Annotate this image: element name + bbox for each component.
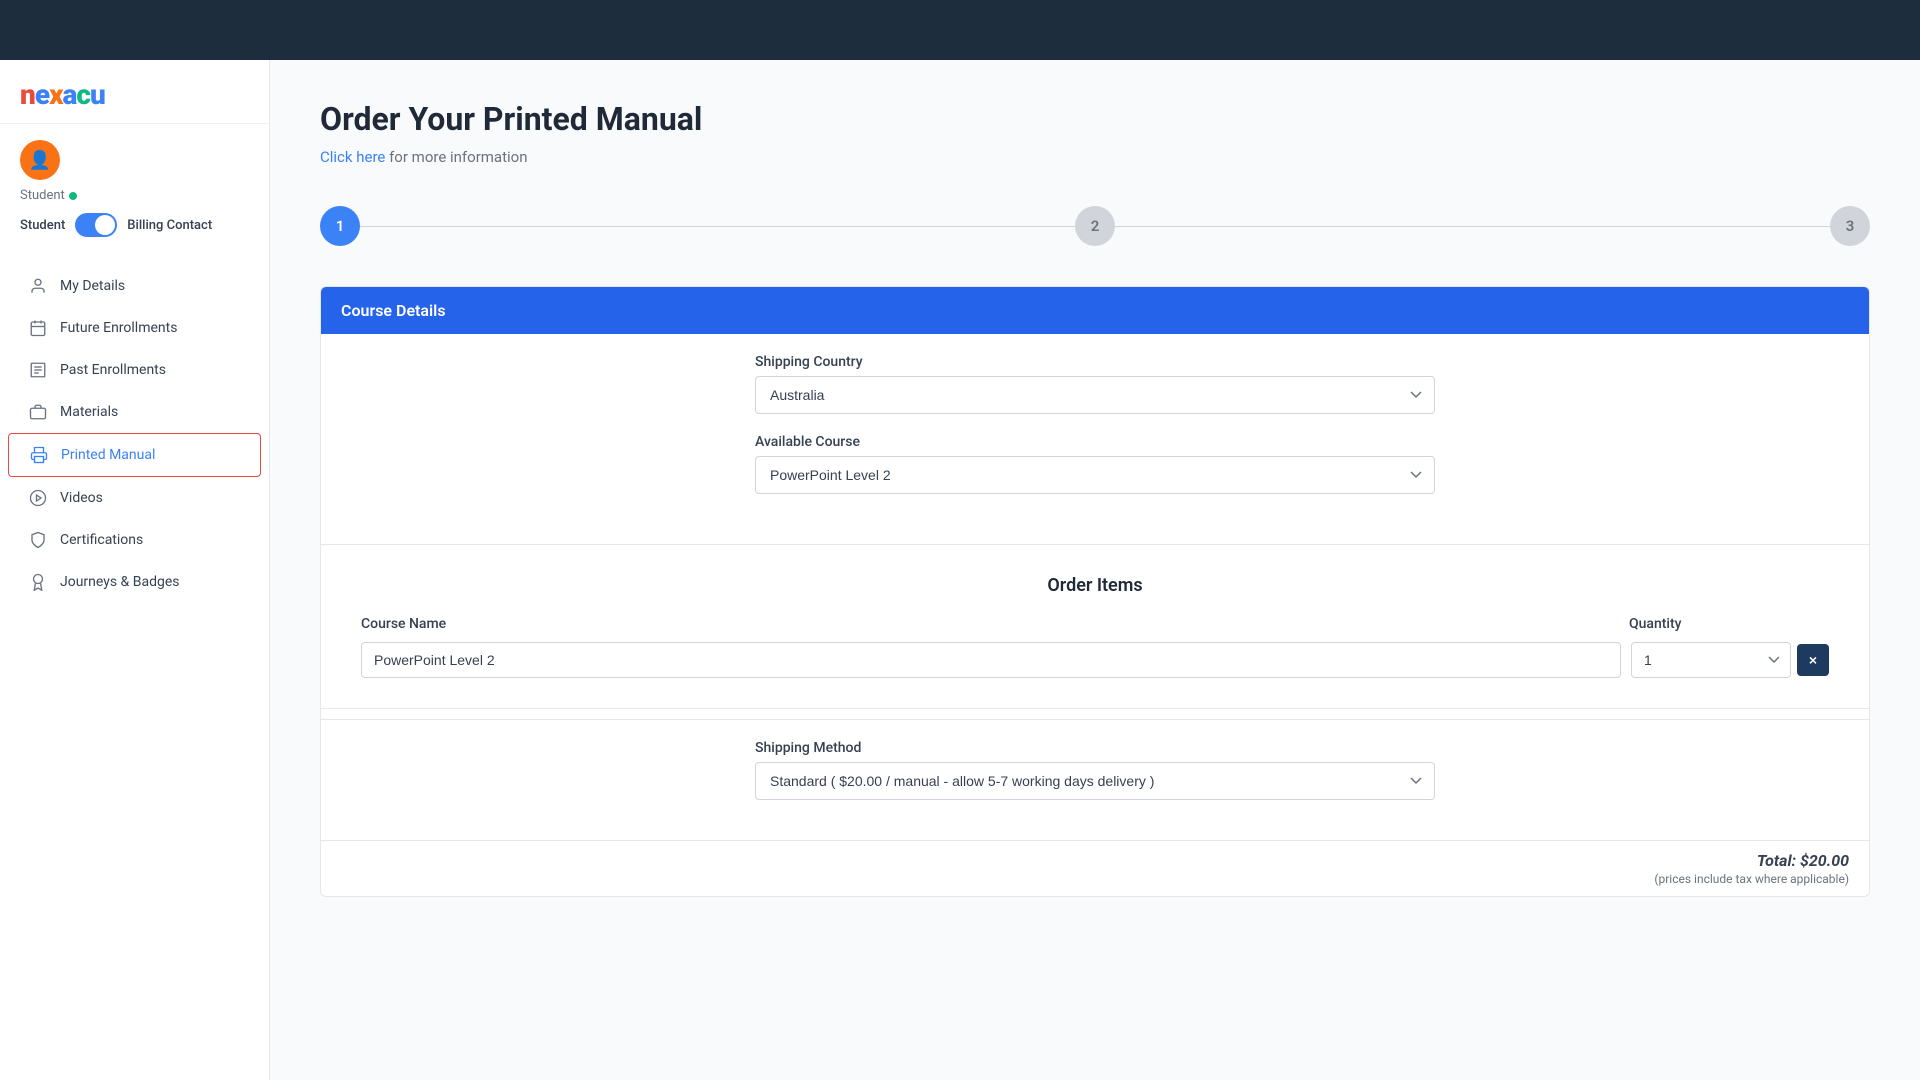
available-course-select[interactable]: PowerPoint Level 2 PowerPoint Level 1 Ex… (755, 456, 1435, 494)
total-note: (prices include tax where applicable) (341, 872, 1849, 886)
briefcase-icon (28, 402, 48, 422)
form-inner: Shipping Country Australia New Zealand U… (755, 354, 1435, 514)
remove-item-button[interactable]: × (1797, 644, 1829, 676)
total-amount: Total: $20.00 (341, 851, 1849, 870)
total-value: $20.00 (1800, 851, 1849, 870)
sidebar-item-journeys-badges[interactable]: Journeys & Badges (8, 561, 261, 603)
billing-contact-toggle-label: Billing Contact (127, 218, 212, 233)
calendar-icon (28, 318, 48, 338)
shipping-method-label: Shipping Method (755, 740, 1435, 756)
order-items-header: Course Name Quantity (341, 616, 1849, 632)
card-header: Course Details (321, 287, 1869, 334)
page-title: Order Your Printed Manual (320, 100, 1870, 138)
play-icon (28, 488, 48, 508)
step-2: 2 (1075, 206, 1115, 246)
sidebar-item-printed-manual[interactable]: Printed Manual (8, 433, 261, 477)
shipping-method-group: Shipping Method Standard ( $20.00 / manu… (755, 740, 1435, 800)
total-label-prefix: Total: (1757, 851, 1800, 870)
logo: nexacu (20, 78, 105, 111)
total-section: Total: $20.00 (prices include tax where … (321, 840, 1869, 896)
sidebar-item-my-details[interactable]: My Details (8, 265, 261, 307)
course-name-input[interactable] (361, 642, 1621, 678)
award-icon (28, 572, 48, 592)
divider-1 (321, 544, 1869, 545)
shield-icon (28, 530, 48, 550)
printer-icon (29, 445, 49, 465)
sidebar-item-materials[interactable]: Materials (8, 391, 261, 433)
sidebar-item-future-enrollments[interactable]: Future Enrollments (8, 307, 261, 349)
person-icon (28, 276, 48, 296)
shipping-country-section: Shipping Country Australia New Zealand U… (321, 334, 1869, 534)
shipping-method-section: Shipping Method Standard ( $20.00 / manu… (321, 719, 1869, 840)
student-status: Student (20, 188, 77, 203)
order-items-title: Order Items (341, 575, 1849, 596)
shipping-country-label: Shipping Country (755, 354, 1435, 370)
sidebar-item-future-enrollments-label: Future Enrollments (60, 320, 177, 336)
online-indicator (69, 192, 77, 200)
sidebar-item-printed-manual-label: Printed Manual (61, 447, 155, 463)
stepper-steps: 1 2 3 (320, 206, 1870, 246)
quantity-select[interactable]: 1 2 3 4 5 (1631, 642, 1791, 678)
course-details-card: Course Details Shipping Country Australi… (320, 286, 1870, 897)
sidebar-item-videos-label: Videos (60, 490, 103, 506)
file-icon (28, 360, 48, 380)
sidebar-item-journeys-badges-label: Journeys & Badges (60, 574, 180, 590)
main-layout: nexacu 👤 Student Student Billing Contact… (0, 60, 1920, 1080)
role-toggle[interactable] (75, 213, 117, 237)
available-course-group: Available Course PowerPoint Level 2 Powe… (755, 434, 1435, 494)
avatar: 👤 (20, 140, 60, 180)
sidebar: nexacu 👤 Student Student Billing Contact… (0, 60, 270, 1080)
main-content: Order Your Printed Manual Click here for… (270, 60, 1920, 1080)
step-3: 3 (1830, 206, 1870, 246)
quantity-group: 1 2 3 4 5 × (1631, 642, 1829, 678)
sidebar-item-certifications-label: Certifications (60, 532, 143, 548)
shipping-country-select[interactable]: Australia New Zealand United Kingdom Uni… (755, 376, 1435, 414)
shipping-country-group: Shipping Country Australia New Zealand U… (755, 354, 1435, 414)
order-item-row: 1 2 3 4 5 × (341, 642, 1849, 678)
shipping-inner: Shipping Method Standard ( $20.00 / manu… (755, 740, 1435, 800)
available-course-label: Available Course (755, 434, 1435, 450)
user-section: 👤 Student Student Billing Contact (0, 124, 269, 257)
stepper: 1 2 3 (320, 196, 1870, 256)
sidebar-nav: My Details Future Enrollments Past Enrol… (0, 265, 269, 603)
sidebar-item-videos[interactable]: Videos (8, 477, 261, 519)
shipping-method-select[interactable]: Standard ( $20.00 / manual - allow 5-7 w… (755, 762, 1435, 800)
order-items-section: Order Items Course Name Quantity 1 2 3 4… (321, 555, 1869, 698)
student-toggle-label: Student (20, 218, 65, 233)
logo-area: nexacu (0, 60, 269, 124)
sidebar-item-certifications[interactable]: Certifications (8, 519, 261, 561)
course-name-col-header: Course Name (361, 616, 1619, 632)
step-1: 1 (320, 206, 360, 246)
sidebar-item-my-details-label: My Details (60, 278, 125, 294)
top-bar (0, 0, 1920, 60)
sidebar-item-past-enrollments-label: Past Enrollments (60, 362, 166, 378)
role-toggle-row: Student Billing Contact (20, 213, 212, 237)
info-link-row: Click here for more information (320, 148, 1870, 166)
sidebar-item-past-enrollments[interactable]: Past Enrollments (8, 349, 261, 391)
divider-2 (321, 708, 1869, 709)
click-here-link[interactable]: Click here (320, 148, 385, 166)
quantity-col-header: Quantity (1629, 616, 1829, 632)
sidebar-item-materials-label: Materials (60, 404, 118, 420)
